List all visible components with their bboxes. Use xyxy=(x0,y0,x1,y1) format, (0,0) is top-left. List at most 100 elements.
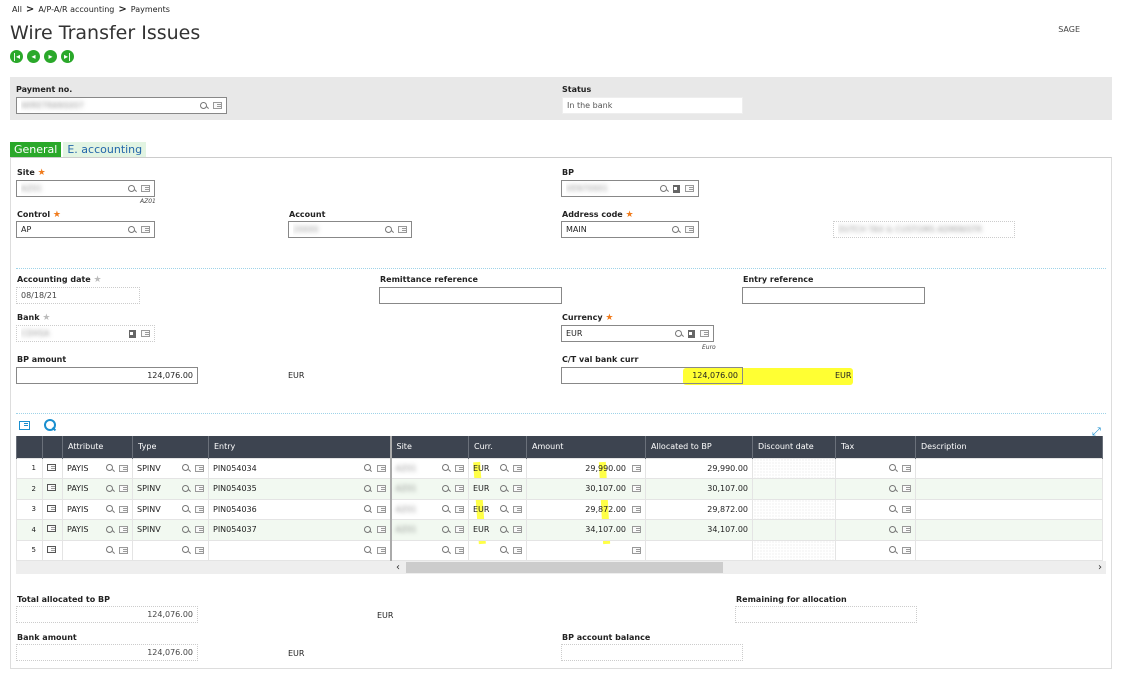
attribute-cell[interactable]: PAYIS xyxy=(62,457,133,479)
details-icon[interactable] xyxy=(195,505,204,513)
currency-field[interactable]: EUR xyxy=(561,325,714,342)
entry-cell[interactable] xyxy=(208,539,391,561)
expand-icon[interactable] xyxy=(1092,420,1102,430)
details-icon[interactable] xyxy=(513,485,522,493)
search-icon[interactable] xyxy=(363,525,372,534)
table-row[interactable]: 1 PAYIS SPINV PIN054034 AZ01 EUR 29,990.00 29,9… xyxy=(16,457,1103,479)
type-cell[interactable] xyxy=(132,539,209,561)
search-icon[interactable] xyxy=(889,525,897,534)
search-icon[interactable] xyxy=(363,484,372,493)
curr-cell[interactable]: EUR xyxy=(468,498,527,520)
first-record-icon[interactable]: |◂ xyxy=(10,50,23,63)
details-icon[interactable] xyxy=(902,526,911,534)
curr-cell[interactable]: EUR xyxy=(468,457,527,479)
search-icon[interactable] xyxy=(500,546,508,554)
details-icon[interactable] xyxy=(455,505,464,513)
address-code-field[interactable]: MAIN xyxy=(561,221,699,238)
search-icon[interactable] xyxy=(182,505,190,513)
grid-details-icon[interactable] xyxy=(19,420,30,430)
scrollbar-thumb[interactable] xyxy=(406,562,723,573)
table-row[interactable]: 2 PAYIS SPINV PIN054035 AZ01 EUR 30,107.00 30,1… xyxy=(16,478,1103,500)
search-icon[interactable] xyxy=(128,225,136,234)
site-field[interactable]: AZ01 xyxy=(16,180,155,197)
details-icon[interactable] xyxy=(685,226,694,233)
ct-val-bank-curr-field[interactable]: 124,076.00 xyxy=(561,367,743,384)
curr-cell[interactable] xyxy=(468,539,527,561)
search-icon[interactable] xyxy=(889,464,897,472)
col-discount-date[interactable]: Discount date xyxy=(752,436,836,458)
search-icon[interactable] xyxy=(442,464,450,472)
tax-cell[interactable] xyxy=(835,478,916,500)
site-cell[interactable]: AZ01 xyxy=(389,457,469,479)
search-icon[interactable] xyxy=(182,546,190,554)
description-cell[interactable] xyxy=(915,457,1103,479)
allocated-cell[interactable]: 34,107.00 xyxy=(645,519,753,541)
jump-to-icon[interactable] xyxy=(673,184,680,193)
search-icon[interactable] xyxy=(363,464,372,472)
site-cell[interactable]: AZ01 xyxy=(389,519,469,541)
description-cell[interactable] xyxy=(915,519,1103,541)
details-icon[interactable] xyxy=(455,485,464,493)
row-detail-cell[interactable] xyxy=(42,539,63,561)
search-icon[interactable] xyxy=(500,505,508,513)
details-icon[interactable] xyxy=(685,185,694,192)
col-type[interactable]: Type xyxy=(132,436,209,458)
details-icon[interactable] xyxy=(632,464,641,472)
attribute-cell[interactable]: PAYIS xyxy=(62,478,133,500)
details-icon[interactable] xyxy=(119,485,128,493)
bp-amount-field[interactable]: 124,076.00 xyxy=(16,367,198,384)
search-icon[interactable] xyxy=(672,225,680,234)
next-record-icon[interactable]: ▸ xyxy=(44,50,57,63)
search-icon[interactable] xyxy=(106,525,114,534)
tax-cell[interactable] xyxy=(835,539,916,561)
type-cell[interactable]: SPINV xyxy=(132,457,209,479)
type-cell[interactable]: SPINV xyxy=(132,519,209,541)
details-icon[interactable] xyxy=(376,485,386,493)
details-icon[interactable] xyxy=(455,464,464,472)
site-cell[interactable]: AZ01 xyxy=(389,478,469,500)
details-icon[interactable] xyxy=(119,526,128,534)
details-icon[interactable] xyxy=(902,464,911,472)
row-detail-cell[interactable] xyxy=(42,478,63,500)
allocated-cell[interactable]: 30,107.00 xyxy=(645,478,753,500)
entry-cell[interactable]: PIN054035 xyxy=(208,478,391,500)
row-detail-icon[interactable] xyxy=(47,504,56,512)
search-icon[interactable] xyxy=(889,484,897,493)
details-icon[interactable] xyxy=(513,526,522,534)
last-record-icon[interactable]: ▸| xyxy=(61,50,74,63)
site-cell[interactable] xyxy=(389,539,469,561)
payment-no-field[interactable]: WIRETRANS007 xyxy=(16,97,227,114)
details-icon[interactable] xyxy=(513,546,522,554)
row-detail-icon[interactable] xyxy=(47,525,56,533)
search-icon[interactable] xyxy=(128,184,136,193)
user-label[interactable]: SAGE xyxy=(1058,25,1080,34)
col-tax[interactable]: Tax xyxy=(835,436,916,458)
entry-reference-field[interactable] xyxy=(742,287,925,304)
allocated-cell[interactable]: 29,990.00 xyxy=(645,457,753,479)
details-icon[interactable] xyxy=(376,505,386,513)
row-detail-icon[interactable] xyxy=(47,545,56,553)
previous-record-icon[interactable]: ◂ xyxy=(27,50,40,63)
jump-to-icon[interactable] xyxy=(688,329,695,338)
type-cell[interactable]: SPINV xyxy=(132,498,209,520)
tax-cell[interactable] xyxy=(835,498,916,520)
description-cell[interactable] xyxy=(915,539,1103,561)
amount-cell[interactable]: 29,990.00 xyxy=(526,457,646,479)
breadcrumb-all[interactable]: All xyxy=(12,5,22,14)
row-detail-icon[interactable] xyxy=(47,463,56,471)
grid-search-icon[interactable] xyxy=(44,419,56,431)
details-icon[interactable] xyxy=(632,505,641,513)
allocated-cell[interactable] xyxy=(645,539,753,561)
details-icon[interactable] xyxy=(700,330,709,337)
col-attribute[interactable]: Attribute xyxy=(62,436,133,458)
col-description[interactable]: Description xyxy=(915,436,1103,458)
row-detail-icon[interactable] xyxy=(47,484,56,492)
table-row[interactable]: 5 xyxy=(16,539,1103,561)
search-icon[interactable] xyxy=(442,525,450,534)
row-detail-cell[interactable] xyxy=(42,498,63,520)
details-icon[interactable] xyxy=(119,505,128,513)
details-icon[interactable] xyxy=(455,546,464,554)
details-icon[interactable] xyxy=(141,330,150,337)
details-icon[interactable] xyxy=(902,546,911,554)
details-icon[interactable] xyxy=(119,464,128,472)
